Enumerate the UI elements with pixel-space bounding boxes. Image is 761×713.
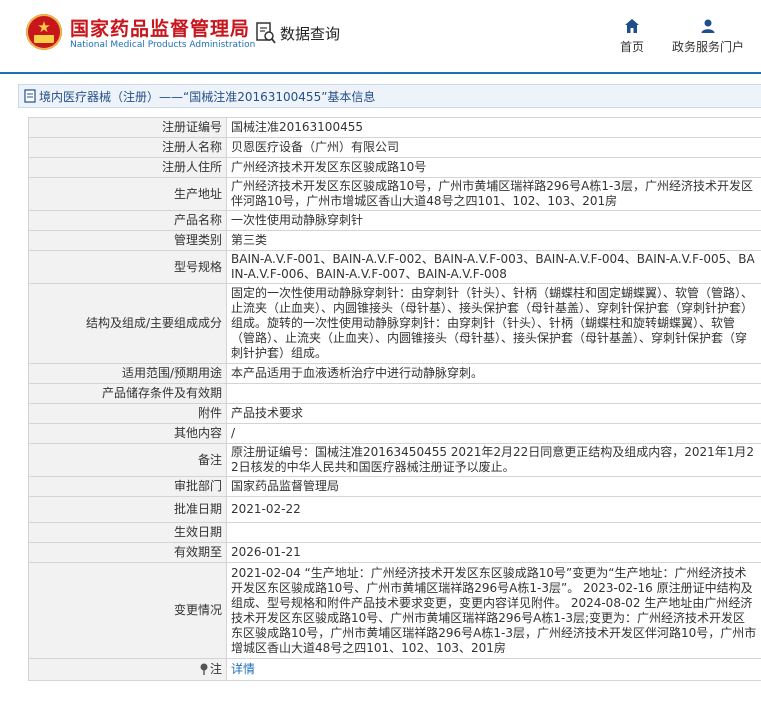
field-label: 注册人住所 (28, 157, 227, 178)
table-row: 注册人名称 贝恩医疗设备（广州）有限公司 (28, 137, 761, 158)
nav-services-label: 政务服务门户 (671, 40, 744, 54)
field-value: 国家药品监督管理局 (226, 476, 761, 497)
field-label: 生效日期 (28, 522, 227, 543)
field-value: 2026-01-21 (226, 542, 761, 563)
table-row: 结构及组成/主要组成成分 固定的一次性使用动静脉穿刺针：由穿刺针（针头）、针柄（蝴… (28, 283, 761, 364)
field-label: 产品名称 (28, 210, 227, 231)
field-value: 贝恩医疗设备（广州）有限公司 (226, 137, 761, 158)
field-label: 审批部门 (28, 476, 227, 497)
table-row-note: 注详情 (28, 658, 761, 681)
site-title: 国家药品监督管理局 (70, 18, 251, 40)
field-label: 注册证编号 (28, 117, 227, 138)
table-row: 注册人住所 广州经济技术开发区东区骏成路10号 (28, 157, 761, 178)
document-icon (24, 89, 36, 103)
field-value: 原注册证编号：国械注准20163450455 2021年2月22日同意更正结构及… (226, 443, 761, 477)
field-value: BAIN-A.V.F-001、BAIN-A.V.F-002、BAIN-A.V.F… (226, 250, 761, 284)
user-icon (701, 19, 715, 33)
table-row: 有效期至 2026-01-21 (28, 542, 761, 563)
site-subtitle: National Medical Products Administration (70, 40, 256, 50)
field-label: 变更情况 (28, 562, 227, 659)
table-row: 注册证编号 国械注准20163100455 (28, 117, 761, 138)
field-value: 2021-02-22 (226, 496, 761, 523)
field-value: 2021-02-04 “生产地址：广州经济技术开发区东区骏成路10号”变更为“生… (226, 562, 761, 659)
field-label: 有效期至 (28, 542, 227, 563)
field-label: 产品储存条件及有效期 (28, 383, 227, 404)
field-value: 国械注准20163100455 (226, 117, 761, 138)
field-label: 结构及组成/主要组成成分 (28, 283, 227, 364)
table-row: 其他内容 / (28, 423, 761, 444)
note-label-cell: 注 (28, 658, 227, 681)
field-value: 广州经济技术开发区东区骏成路10号 (226, 157, 761, 178)
field-value: 广州经济技术开发区东区骏成路10号，广州市黄埔区瑞祥路296号A栋1-3层，广州… (226, 177, 761, 211)
field-value (226, 522, 761, 543)
note-label: 注 (209, 662, 222, 676)
national-emblem-logo (26, 14, 62, 50)
home-icon (625, 19, 639, 33)
nav-home[interactable]: 首页 (612, 18, 652, 55)
detail-table: 注册证编号 国械注准20163100455 注册人名称 贝恩医疗设备（广州）有限公司注… (28, 117, 761, 681)
field-value: / (226, 423, 761, 444)
data-query-label: 数据查询 (280, 24, 341, 43)
table-row: 生产地址 广州经济技术开发区东区骏成路10号，广州市黄埔区瑞祥路296号A栋1-3… (28, 177, 761, 211)
table-row: 生效日期 (28, 522, 761, 543)
details-link[interactable]: 详情 (231, 662, 255, 676)
breadcrumb: 境内医疗器械（注册）——“国械注准20163100455”基本信息 (18, 84, 761, 108)
table-row: 管理类别 第三类 (28, 230, 761, 251)
field-value: 一次性使用动静脉穿刺针 (226, 210, 761, 231)
field-label: 其他内容 (28, 423, 227, 444)
field-value: 第三类 (226, 230, 761, 251)
field-label: 适用范围/预期用途 (28, 363, 227, 384)
nav-government-services[interactable]: 政务服务门户 (668, 18, 748, 55)
field-label: 注册人名称 (28, 137, 227, 158)
breadcrumb-text: 境内医疗器械（注册）——“国械注准20163100455”基本信息 (39, 89, 376, 104)
field-label: 管理类别 (28, 230, 227, 251)
table-row: 附件 产品技术要求 (28, 403, 761, 424)
field-label: 备注 (28, 443, 227, 477)
table-row: 审批部门 国家药品监督管理局 (28, 476, 761, 497)
table-row: 型号规格 BAIN-A.V.F-001、BAIN-A.V.F-002、BAIN-A… (28, 250, 761, 284)
data-query-link[interactable]: 数据查询 (256, 22, 340, 44)
field-value (226, 383, 761, 404)
table-row: 备注 原注册证编号：国械注准20163450455 2021年2月22日同意更正结… (28, 443, 761, 477)
table-row: 产品储存条件及有效期 (28, 383, 761, 404)
table-row: 批准日期 2021-02-22 (28, 496, 761, 523)
note-value-cell: 详情 (226, 658, 761, 681)
table-row: 变更情况 2021-02-04 “生产地址：广州经济技术开发区东区骏成路10号”变… (28, 562, 761, 659)
document-search-icon (256, 22, 276, 44)
field-label: 生产地址 (28, 177, 227, 211)
table-row: 产品名称 一次性使用动静脉穿刺针 (28, 210, 761, 231)
field-value: 固定的一次性使用动静脉穿刺针：由穿刺针（针头）、针柄（蝴蝶柱和固定蝴蝶翼）、软管… (226, 283, 761, 364)
nav-home-label: 首页 (619, 40, 644, 54)
table-row: 适用范围/预期用途 本产品适用于血液透析治疗中进行动静脉穿刺。 (28, 363, 761, 384)
field-label: 型号规格 (28, 250, 227, 284)
field-label: 附件 (28, 403, 227, 424)
pin-icon (200, 663, 208, 675)
field-value: 产品技术要求 (226, 403, 761, 424)
field-value: 本产品适用于血液透析治疗中进行动静脉穿刺。 (226, 363, 761, 384)
site-header: 国家药品监督管理局 National Medical Products Admi… (0, 0, 761, 74)
field-label: 批准日期 (28, 496, 227, 523)
